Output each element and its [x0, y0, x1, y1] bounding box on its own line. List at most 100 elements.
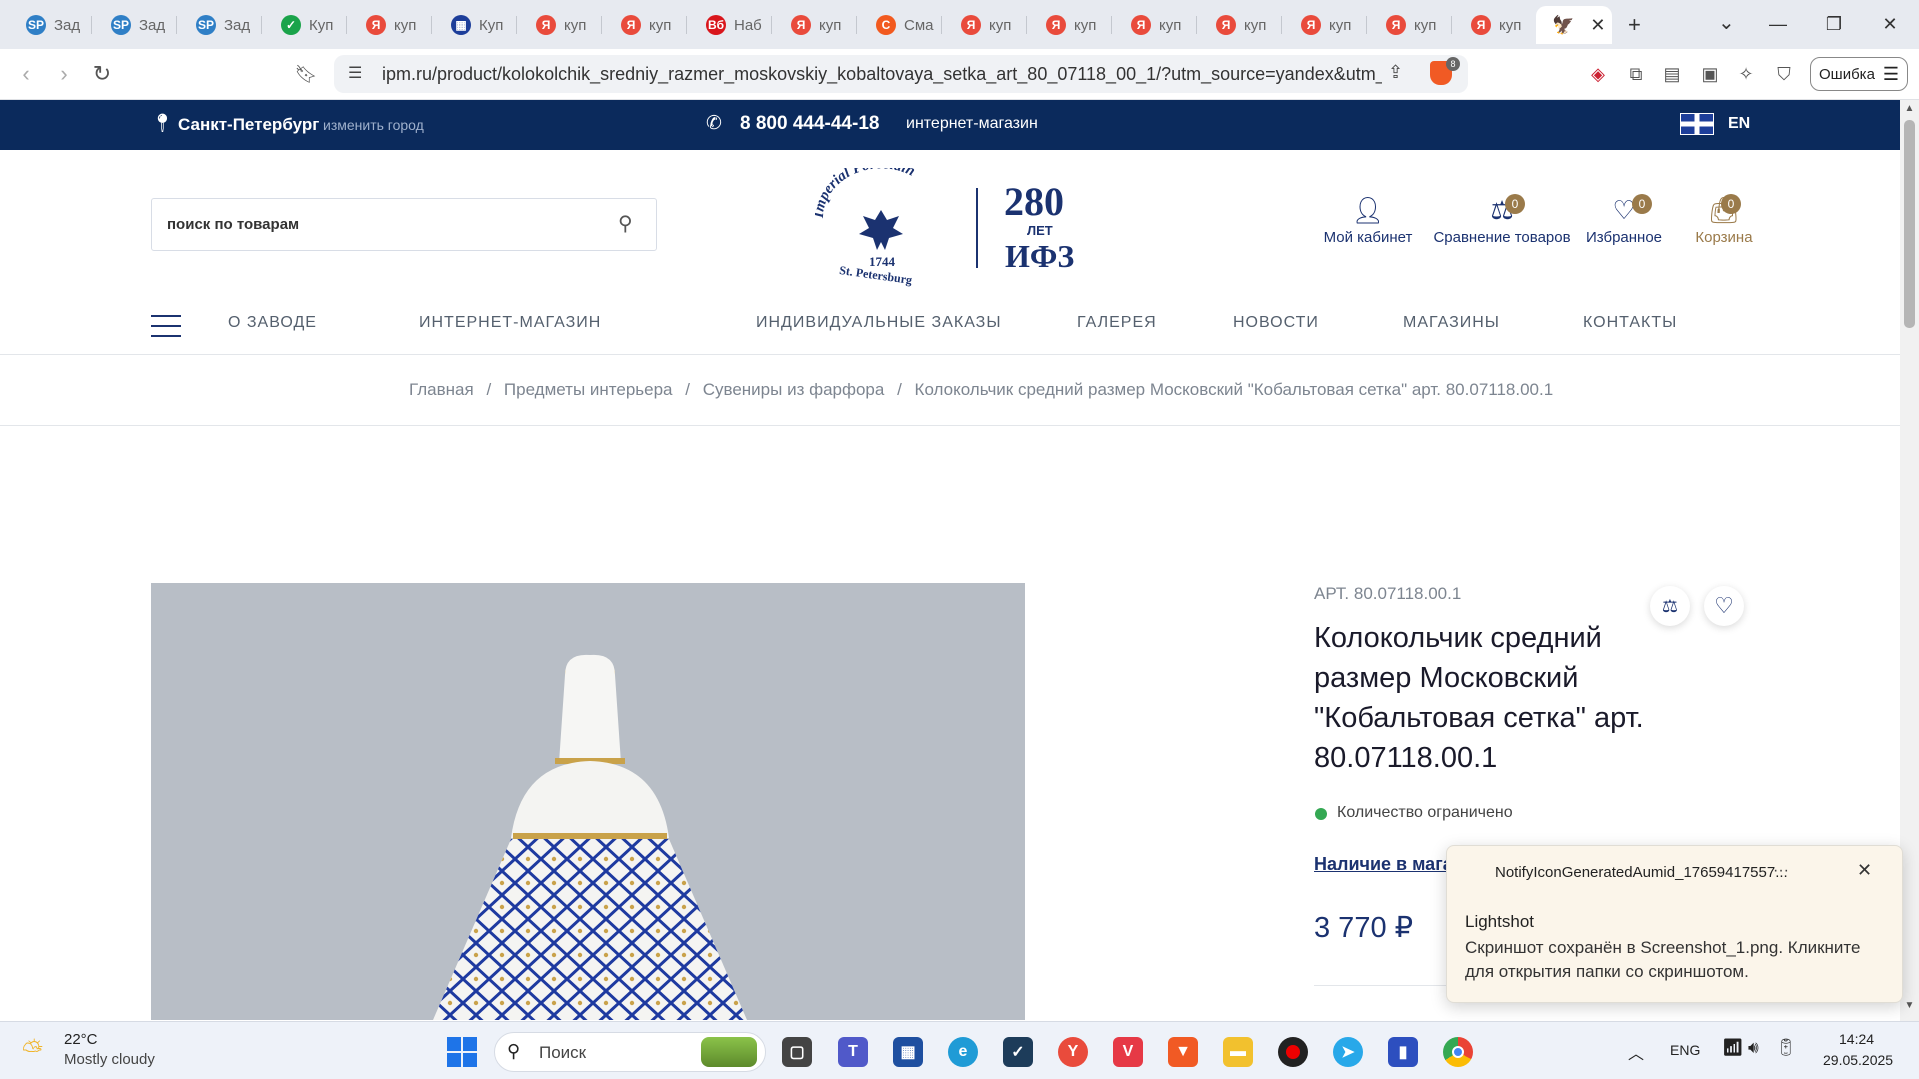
forward-button[interactable]: ›: [48, 58, 80, 90]
browser-tab[interactable]: Якуп: [1200, 6, 1282, 44]
reload-button[interactable]: ↻: [86, 58, 118, 90]
close-window-button[interactable]: ✕: [1862, 0, 1918, 49]
volume-icon[interactable]: 🔊︎: [1748, 1038, 1759, 1058]
nav-contacts[interactable]: КОНТАКТЫ: [1583, 314, 1677, 332]
tray-chevron-icon[interactable]: ︿: [1628, 1040, 1644, 1064]
nav-shop[interactable]: ИНТЕРНЕТ-МАГАЗИН: [419, 314, 601, 332]
lightshot-notification[interactable]: NotifyIconGeneratedAumid_17659417557... …: [1446, 845, 1903, 1003]
weather-cloud-icon[interactable]: ⛅︎: [22, 1035, 43, 1067]
chrome-icon[interactable]: [1443, 1037, 1473, 1067]
minimize-button[interactable]: —: [1750, 0, 1806, 49]
nav-gallery[interactable]: ГАЛЕРЕЯ: [1077, 314, 1157, 332]
change-city-link[interactable]: изменить город: [323, 117, 424, 133]
chart-app-icon[interactable]: ▮: [1388, 1037, 1418, 1067]
start-button[interactable]: [447, 1037, 477, 1067]
tab-separator: [1366, 16, 1367, 34]
edge-icon[interactable]: e: [948, 1037, 978, 1067]
nav-custom-orders[interactable]: ИНДИВИДУАЛЬНЫЕ ЗАКАЗЫ: [756, 314, 1002, 332]
browser-tab[interactable]: ▦ Куп: [435, 6, 517, 44]
file-explorer-icon[interactable]: ▬: [1223, 1037, 1253, 1067]
telegram-icon[interactable]: ➤: [1333, 1037, 1363, 1067]
notification-more-button[interactable]: ···: [1773, 862, 1789, 880]
weather-temp[interactable]: 22°C: [64, 1031, 98, 1048]
account-button[interactable]: 👤︎ Мой кабинет: [1318, 195, 1418, 246]
back-button[interactable]: ‹: [10, 58, 42, 90]
search-icon[interactable]: ⚲: [618, 211, 633, 236]
lang-switch[interactable]: EN: [1728, 115, 1750, 133]
bookmark-icon[interactable]: 🔖︎: [290, 58, 322, 90]
wallet-icon[interactable]: ▣: [1694, 58, 1726, 90]
browser-tab[interactable]: Якуп: [1030, 6, 1112, 44]
breadcrumb-souvenirs[interactable]: Сувениры из фарфора: [703, 380, 885, 399]
browser-tab[interactable]: Якуп: [775, 6, 857, 44]
clock-date[interactable]: 29.05.2025: [1823, 1052, 1893, 1068]
browser-tab[interactable]: Якуп: [605, 6, 687, 44]
vpn-shield-icon[interactable]: ⛉: [1768, 58, 1800, 90]
input-language[interactable]: ENG: [1670, 1042, 1700, 1058]
breadcrumb-interior[interactable]: Предметы интерьера: [504, 380, 673, 399]
share-icon[interactable]: ⇪: [1388, 62, 1403, 83]
browser-tab[interactable]: Якуп: [945, 6, 1027, 44]
error-menu-button[interactable]: Ошибка ☰: [1810, 57, 1908, 91]
product-image[interactable]: [151, 583, 1025, 1020]
browser-tab[interactable]: С Сма: [860, 6, 942, 44]
phone-number[interactable]: 8 800 444-44-18: [740, 113, 879, 135]
site-logo[interactable]: Imperial Porcelain 1744 St. Petersburg 2…: [811, 156, 1085, 287]
weather-desc[interactable]: Mostly cloudy: [64, 1051, 155, 1068]
browser-tab[interactable]: SP Зад: [95, 6, 177, 44]
vivaldi-icon[interactable]: V: [1113, 1037, 1143, 1067]
browser-tab[interactable]: SP Зад: [180, 6, 262, 44]
yandex-browser-icon[interactable]: Y: [1058, 1037, 1088, 1067]
breadcrumb-home[interactable]: Главная: [409, 380, 474, 399]
browser-tab[interactable]: Якуп: [350, 6, 432, 44]
close-icon[interactable]: ✕: [1857, 860, 1872, 881]
browser-tab[interactable]: Якуп: [1115, 6, 1197, 44]
new-tab-button[interactable]: +: [1628, 12, 1641, 38]
sidebar-icon[interactable]: ▤: [1656, 58, 1688, 90]
availability-link[interactable]: Наличие в мага: [1314, 854, 1453, 875]
shield-app-icon[interactable]: ✓: [1003, 1037, 1033, 1067]
nav-about[interactable]: О ЗАВОДЕ: [228, 314, 317, 332]
browser-tab[interactable]: Якуп: [1285, 6, 1367, 44]
clock-time[interactable]: 14:24: [1839, 1031, 1874, 1047]
favorite-product-button[interactable]: ♡: [1704, 586, 1744, 626]
tab-active[interactable]: 🦅 ✕: [1536, 6, 1612, 44]
hamburger-menu-icon[interactable]: [151, 315, 181, 337]
scroll-up-arrow-icon[interactable]: ▲: [1900, 100, 1919, 118]
leo-ai-icon[interactable]: ✧: [1730, 58, 1762, 90]
location-pin-icon: 📍︎: [151, 113, 174, 133]
extension-icon[interactable]: ◈: [1582, 58, 1614, 90]
nav-stores[interactable]: МАГАЗИНЫ: [1403, 314, 1500, 332]
teams-icon[interactable]: T: [838, 1037, 868, 1067]
maximize-button[interactable]: ❐: [1806, 0, 1862, 49]
brave-icon[interactable]: ▼: [1168, 1037, 1198, 1067]
browser-tab[interactable]: SP Зад: [10, 6, 92, 44]
browser-tab[interactable]: Вб Наб: [690, 6, 772, 44]
browser-tab[interactable]: ✓ Куп: [265, 6, 347, 44]
city-name[interactable]: Санкт-Петербург: [178, 115, 319, 135]
wifi-icon[interactable]: 📶︎: [1722, 1038, 1744, 1058]
compare-product-button[interactable]: ⚖︎: [1650, 586, 1690, 626]
battery-icon[interactable]: 🔋︎: [1775, 1038, 1797, 1058]
browser-tab[interactable]: Якуп: [1455, 6, 1537, 44]
recorder-icon[interactable]: [1278, 1037, 1308, 1067]
compare-button[interactable]: ⚖︎ Сравнение товаров: [1430, 195, 1574, 246]
tab-search-chevron-icon[interactable]: ⌄: [1718, 10, 1735, 35]
close-tab-icon[interactable]: ✕: [1590, 15, 1605, 36]
favorites-button[interactable]: ♡ Избранное: [1580, 195, 1668, 246]
tab-label: Зад: [139, 16, 166, 34]
nav-news[interactable]: НОВОСТИ: [1233, 314, 1319, 332]
url-field[interactable]: ☰ ipm.ru/product/kolokolchik_sredniy_raz…: [334, 55, 1468, 93]
taskbar-search[interactable]: ⚲ Поиск: [494, 1032, 766, 1072]
site-settings-icon[interactable]: ☰: [348, 63, 362, 83]
search-input[interactable]: поиск по товарам ⚲: [151, 198, 657, 251]
extensions-puzzle-icon[interactable]: ⧉: [1620, 58, 1652, 90]
store-icon[interactable]: ▦: [893, 1037, 923, 1067]
uk-flag-icon[interactable]: [1680, 113, 1714, 135]
scroll-thumb[interactable]: [1904, 120, 1915, 328]
browser-tab[interactable]: Якуп: [1370, 6, 1452, 44]
tab-favicon-icon: Я: [1386, 15, 1406, 35]
browser-tab[interactable]: Якуп: [520, 6, 602, 44]
task-view-icon[interactable]: ▢: [782, 1037, 812, 1067]
scroll-down-arrow-icon[interactable]: ▼: [1900, 1000, 1919, 1011]
